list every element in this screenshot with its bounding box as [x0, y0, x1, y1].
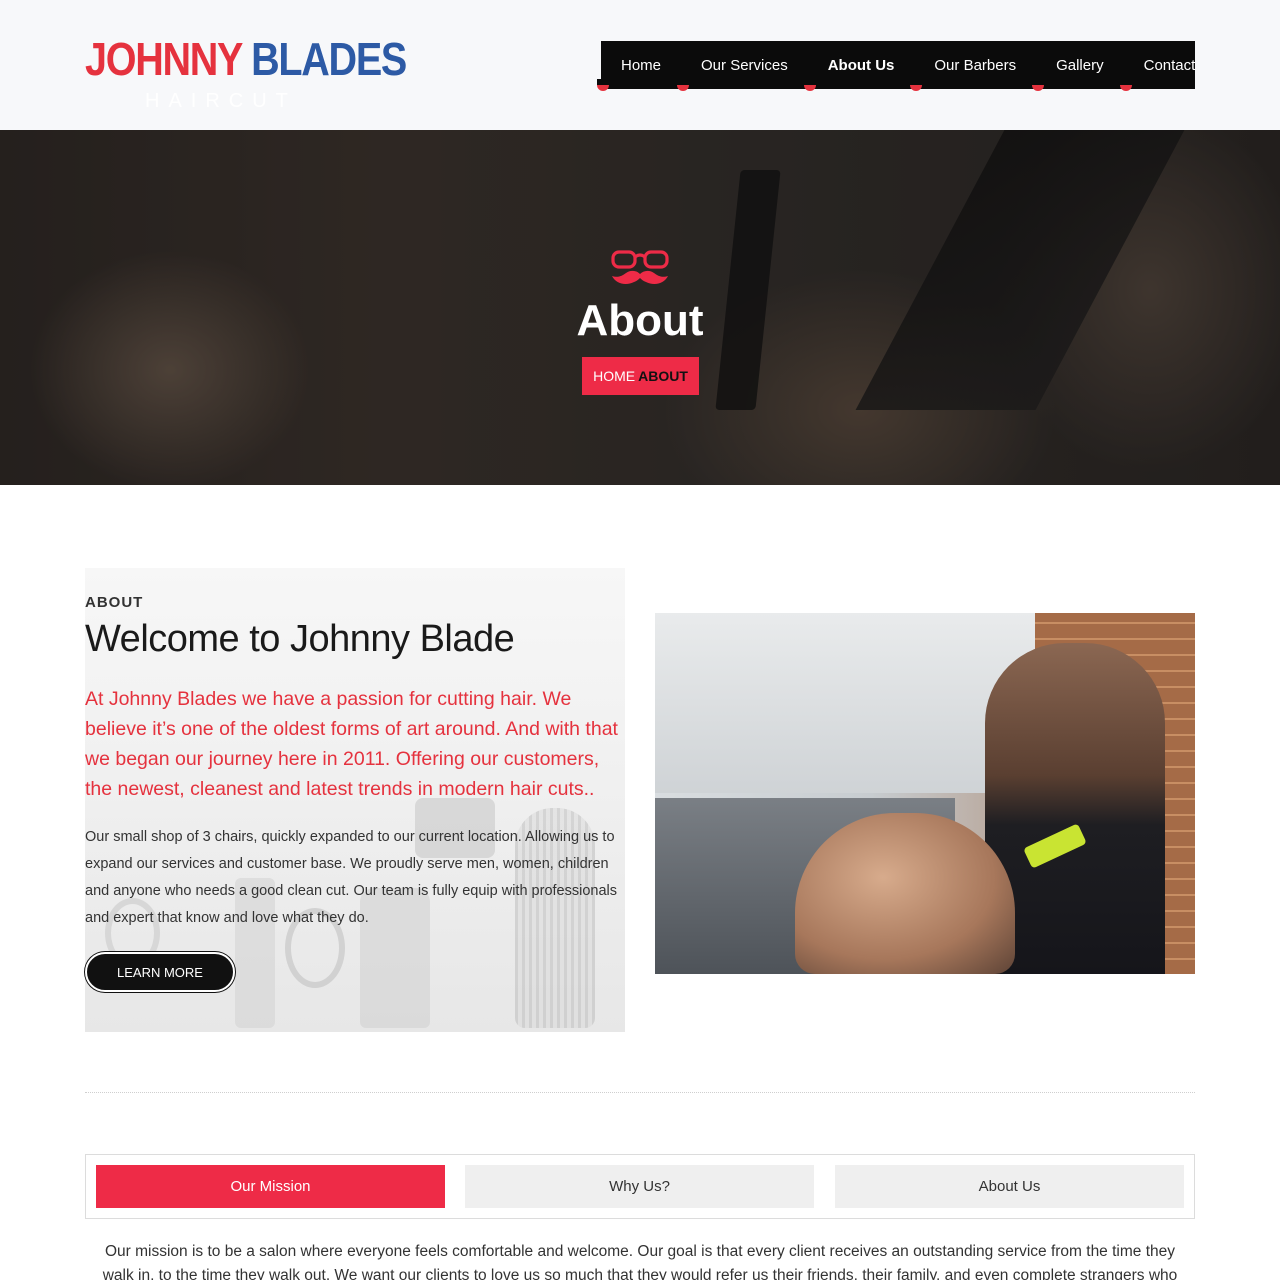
barber-photo — [655, 613, 1195, 974]
section-title: Welcome to Johnny Blade — [85, 618, 515, 660]
tab-our-mission[interactable]: Our Mission — [96, 1165, 445, 1208]
learn-more-button[interactable]: LEARN MORE — [85, 952, 235, 992]
breadcrumb-current: ABOUT — [638, 368, 688, 384]
nav-label: Our Services — [701, 56, 788, 74]
breadcrumb: HOME ABOUT — [582, 357, 699, 395]
nav-dot — [803, 79, 816, 91]
photo-client — [795, 813, 1015, 974]
nav-dot — [910, 79, 923, 91]
nav-dot — [677, 79, 690, 91]
main-nav: Home Our Services About Us Our Barbers G… — [597, 41, 1195, 91]
about-lead-text: At Johnny Blades we have a passion for c… — [85, 688, 618, 800]
tab-why-us[interactable]: Why Us? — [465, 1165, 814, 1208]
site-header: JOHNNY BLADES HAIRCUT Home Our Services … — [0, 0, 1280, 130]
nav-contact[interactable]: Contact — [1119, 41, 1216, 91]
nav-dot — [597, 79, 609, 91]
nav-label: Our Barbers — [934, 56, 1017, 74]
nav-our-barbers[interactable]: Our Barbers — [910, 41, 1036, 91]
nav-home[interactable]: Home — [597, 41, 681, 91]
nav-dot — [1119, 79, 1132, 91]
nav-label: Gallery — [1056, 56, 1104, 74]
info-tabs: Our Mission Why Us? About Us — [85, 1154, 1195, 1219]
nav-gallery[interactable]: Gallery — [1032, 41, 1124, 91]
logo-word-johnny: JOHNNY — [85, 33, 243, 85]
tab-about-us[interactable]: About Us — [835, 1165, 1184, 1208]
logo-word-blades: BLADES — [251, 33, 407, 85]
nav-label: Contact — [1143, 56, 1196, 74]
nav-label: Home — [621, 56, 662, 74]
tab-content-text: Our mission is to be a salon where every… — [102, 1243, 1178, 1280]
logo-tagline: HAIRCUT — [145, 90, 297, 112]
breadcrumb-home-link[interactable]: HOME — [593, 368, 635, 384]
nav-dot — [1032, 79, 1045, 91]
nav-label: About Us — [827, 56, 895, 74]
hero-banner: About HOME ABOUT — [0, 130, 1280, 485]
nav-our-services[interactable]: Our Services — [677, 41, 808, 91]
section-eyebrow: ABOUT — [85, 594, 144, 611]
glasses-mustache-icon — [611, 250, 669, 284]
section-divider — [85, 1092, 1195, 1093]
logo-wordmark: JOHNNY BLADES — [85, 33, 407, 85]
site-logo[interactable]: JOHNNY BLADES HAIRCUT — [85, 33, 407, 114]
nav-about-us[interactable]: About Us — [803, 41, 915, 91]
about-body-text: Our small shop of 3 chairs, quickly expa… — [85, 829, 617, 926]
page-title: About — [576, 296, 704, 345]
